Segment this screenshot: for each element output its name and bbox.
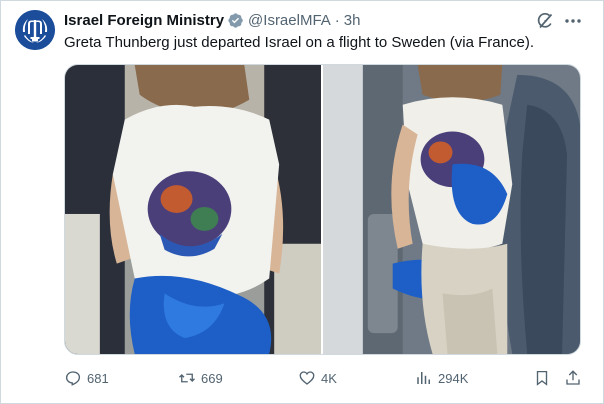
media-grid [64,64,581,355]
share-button[interactable] [564,367,582,389]
tweet-header: Israel Foreign Ministry @IsraelMFA · 3h [64,11,360,29]
views-icon [417,372,430,384]
bookmark-icon [536,370,548,386]
reply-button[interactable]: 681 [64,367,109,389]
grok-icon[interactable] [535,11,555,31]
israel-emblem-icon [15,10,55,50]
views-button[interactable]: 294K [415,367,468,389]
timestamp[interactable]: 3h [344,12,361,29]
tweet-card[interactable]: Israel Foreign Ministry @IsraelMFA · 3h … [0,0,604,404]
repost-button[interactable]: 669 [178,367,223,389]
separator-dot: · [334,11,340,29]
like-count: 4K [321,370,337,386]
verified-badge-icon[interactable] [227,12,244,29]
view-count: 294K [438,370,469,386]
repost-icon [179,373,195,383]
author-handle[interactable]: @IsraelMFA [248,12,331,29]
like-button[interactable]: 4K [298,367,337,389]
avatar[interactable] [15,10,55,50]
heart-icon [299,371,315,385]
repost-count: 669 [201,370,223,386]
tweet-text: Greta Thunberg just departed Israel on a… [64,34,534,51]
more-icon[interactable] [563,11,583,31]
reply-icon [65,371,81,386]
reply-count: 681 [87,370,109,386]
share-icon [566,370,580,385]
author-name[interactable]: Israel Foreign Ministry [64,12,224,29]
tweet-photo-1[interactable] [65,65,321,354]
tweet-actions: 681 669 4K 294K [64,367,584,389]
bookmark-button[interactable] [533,367,551,389]
tweet-photo-2[interactable] [323,65,580,354]
